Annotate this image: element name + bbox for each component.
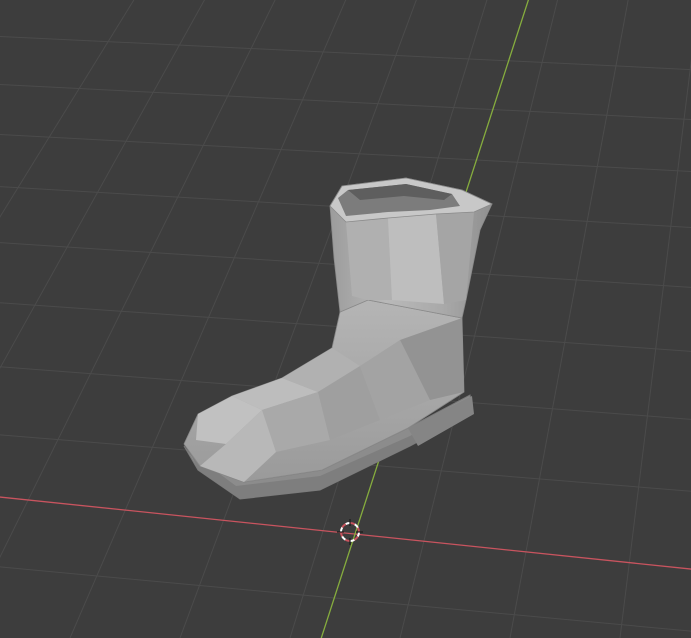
3d-viewport[interactable] — [0, 0, 691, 638]
viewport-scene[interactable] — [0, 0, 691, 638]
